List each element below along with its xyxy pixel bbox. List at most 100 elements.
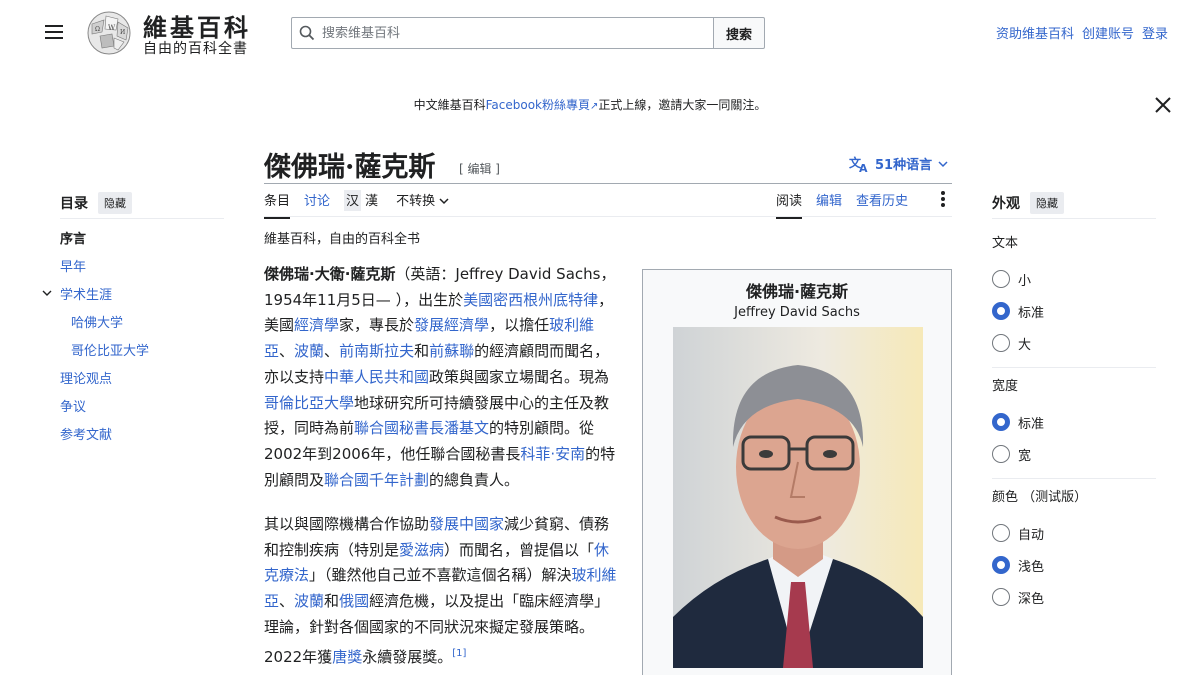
subject-name: 傑佛瑞·大衛·薩克斯 bbox=[264, 265, 396, 283]
link-kofi-annan[interactable]: 科菲·安南 bbox=[520, 445, 585, 463]
toc-divider bbox=[60, 218, 224, 219]
text: 的總負責人。 bbox=[429, 470, 520, 489]
infobox: 傑佛瑞·薩克斯 Jeffrey David Sachs bbox=[642, 269, 952, 675]
create-account-link[interactable]: 创建账号 bbox=[1082, 23, 1134, 42]
tab-history[interactable]: 查看历史 bbox=[856, 190, 908, 219]
main-menu-icon[interactable] bbox=[45, 25, 63, 41]
translate-icon: 文 A bbox=[849, 155, 868, 173]
color-label: 颜色 （测试版） bbox=[992, 490, 1088, 505]
logo-tagline: 自由的百科全書 bbox=[143, 41, 248, 57]
tab-article[interactable]: 条目 bbox=[264, 190, 291, 219]
color-dark[interactable]: 深色 bbox=[992, 581, 1087, 613]
toc-header: 目录 隐藏 bbox=[60, 192, 132, 214]
toc-item-harvard[interactable]: 哈佛大学 bbox=[60, 315, 149, 343]
option-label: 标准 bbox=[1018, 305, 1045, 321]
svg-text:W: W bbox=[108, 24, 116, 32]
option-label: 标准 bbox=[1018, 416, 1045, 432]
variant-switch[interactable]: 汉漢 bbox=[344, 190, 382, 219]
namespace-tabs: 条目 讨论 汉漢 不转换 bbox=[264, 190, 449, 219]
link-tang-prize[interactable]: 唐獎 bbox=[332, 648, 362, 666]
text-size-section: 文本 小 标准 大 bbox=[992, 232, 1156, 368]
link-development-economics[interactable]: 發展經濟學 bbox=[414, 316, 489, 334]
link-columbia-university[interactable]: 哥倫比亞大學 bbox=[264, 394, 354, 412]
radio-button[interactable] bbox=[992, 588, 1010, 606]
radio-button-selected[interactable] bbox=[992, 302, 1010, 320]
text-size-label: 文本 bbox=[992, 236, 1019, 251]
radio-button[interactable] bbox=[992, 334, 1010, 352]
link-russia[interactable]: 俄國 bbox=[339, 592, 369, 610]
radio-button-selected[interactable] bbox=[992, 413, 1010, 431]
toc-item-academic-career[interactable]: 学术生涯 bbox=[42, 287, 149, 315]
tab-read[interactable]: 阅读 bbox=[776, 190, 803, 219]
color-auto[interactable]: 自动 bbox=[992, 517, 1087, 549]
link-poland[interactable]: 波蘭 bbox=[294, 342, 324, 360]
search-field[interactable] bbox=[291, 17, 714, 49]
tab-talk[interactable]: 讨论 bbox=[304, 190, 330, 219]
appearance-header: 外观 隐藏 bbox=[992, 192, 1064, 214]
text-size-standard[interactable]: 标准 bbox=[992, 295, 1156, 327]
toc-item-views[interactable]: 理论观点 bbox=[60, 371, 149, 399]
chevron-down-icon bbox=[938, 160, 948, 167]
link-aids[interactable]: 愛滋病 bbox=[399, 541, 444, 559]
width-wide[interactable]: 宽 bbox=[992, 438, 1156, 470]
radio-button-selected[interactable] bbox=[992, 556, 1010, 574]
title-edit-link[interactable]: [ 编辑 ] bbox=[459, 160, 500, 177]
variant-hans[interactable]: 汉 bbox=[344, 190, 362, 211]
text: 永續發展獎。 bbox=[362, 647, 453, 666]
link-detroit[interactable]: 美國密西根州底特律 bbox=[463, 291, 598, 309]
reference-link[interactable]: [1] bbox=[452, 648, 466, 659]
infobox-subtitle: Jeffrey David Sachs bbox=[734, 305, 860, 320]
chevron-down-icon[interactable] bbox=[42, 289, 52, 297]
facebook-link[interactable]: Facebook粉絲專頁 bbox=[486, 98, 590, 112]
radio-button[interactable] bbox=[992, 524, 1010, 542]
link-ban-ki-moon[interactable]: 聯合國秘書長潘基文 bbox=[354, 419, 489, 437]
toc-item-columbia[interactable]: 哥伦比亚大学 bbox=[60, 343, 149, 371]
text: 、 bbox=[279, 342, 295, 361]
variant-hant[interactable]: 漢 bbox=[361, 190, 382, 211]
more-tools-icon[interactable] bbox=[940, 191, 946, 207]
close-icon[interactable] bbox=[1153, 95, 1173, 115]
toc-item-label: 学术生涯 bbox=[60, 288, 113, 303]
toc-item-early-life[interactable]: 早年 bbox=[60, 259, 149, 287]
color-light[interactable]: 浅色 bbox=[992, 549, 1087, 581]
section-divider bbox=[992, 367, 1156, 368]
language-button[interactable]: 文 A 51种语言 bbox=[849, 154, 948, 173]
appearance-title: 外观 bbox=[992, 196, 1020, 212]
option-label: 小 bbox=[1018, 273, 1032, 289]
option-label: 浅色 bbox=[1018, 559, 1045, 575]
link-soviet-union[interactable]: 前蘇聯 bbox=[429, 342, 474, 360]
link-poland[interactable]: 波蘭 bbox=[294, 592, 324, 610]
appearance-hide-button[interactable]: 隐藏 bbox=[1030, 192, 1064, 214]
tab-edit[interactable]: 编辑 bbox=[816, 190, 842, 219]
search-input[interactable] bbox=[322, 25, 692, 41]
link-prc[interactable]: 中華人民共和國 bbox=[324, 368, 429, 386]
toc-item-controversy[interactable]: 争议 bbox=[60, 399, 149, 427]
width-standard[interactable]: 标准 bbox=[992, 406, 1156, 438]
text-size-large[interactable]: 大 bbox=[992, 327, 1156, 359]
radio-button[interactable] bbox=[992, 270, 1010, 288]
radio-button[interactable] bbox=[992, 445, 1010, 463]
search-button[interactable]: 搜索 bbox=[713, 17, 765, 49]
link-developing-countries[interactable]: 發展中國家 bbox=[429, 515, 504, 533]
toc-item-intro[interactable]: 序言 bbox=[60, 231, 149, 259]
link-yugoslavia[interactable]: 前南斯拉夫 bbox=[339, 342, 414, 360]
portrait-photo[interactable] bbox=[673, 327, 923, 668]
width-label: 宽度 bbox=[992, 379, 1019, 394]
login-link[interactable]: 登录 bbox=[1142, 23, 1168, 42]
wikipedia-globe-logo[interactable]: W Ω И bbox=[84, 10, 134, 56]
toc-hide-button[interactable]: 隐藏 bbox=[98, 192, 132, 214]
user-links: 资助维基百科 创建账号 登录 bbox=[996, 23, 1168, 42]
appearance-divider bbox=[992, 218, 1156, 219]
variant-menu-label: 不转换 bbox=[396, 194, 436, 209]
site-tagline: 維基百科，自由的百科全书 bbox=[264, 232, 421, 247]
search-icon bbox=[292, 18, 322, 48]
toc-item-references[interactable]: 参考文献 bbox=[60, 427, 149, 455]
text: 其以與國際機構合作協助 bbox=[264, 515, 430, 533]
text: 和 bbox=[414, 342, 430, 361]
link-economics[interactable]: 經濟學 bbox=[294, 316, 339, 334]
text-size-small[interactable]: 小 bbox=[992, 263, 1156, 295]
link-millennium-project[interactable]: 聯合國千年計劃 bbox=[324, 471, 429, 489]
donate-link[interactable]: 资助维基百科 bbox=[996, 23, 1074, 42]
site-notice: 中文維基百科Facebook粉絲專頁↗正式上線，邀請大家一同關注。 bbox=[0, 96, 1180, 113]
variant-menu[interactable]: 不转换 bbox=[396, 190, 449, 219]
